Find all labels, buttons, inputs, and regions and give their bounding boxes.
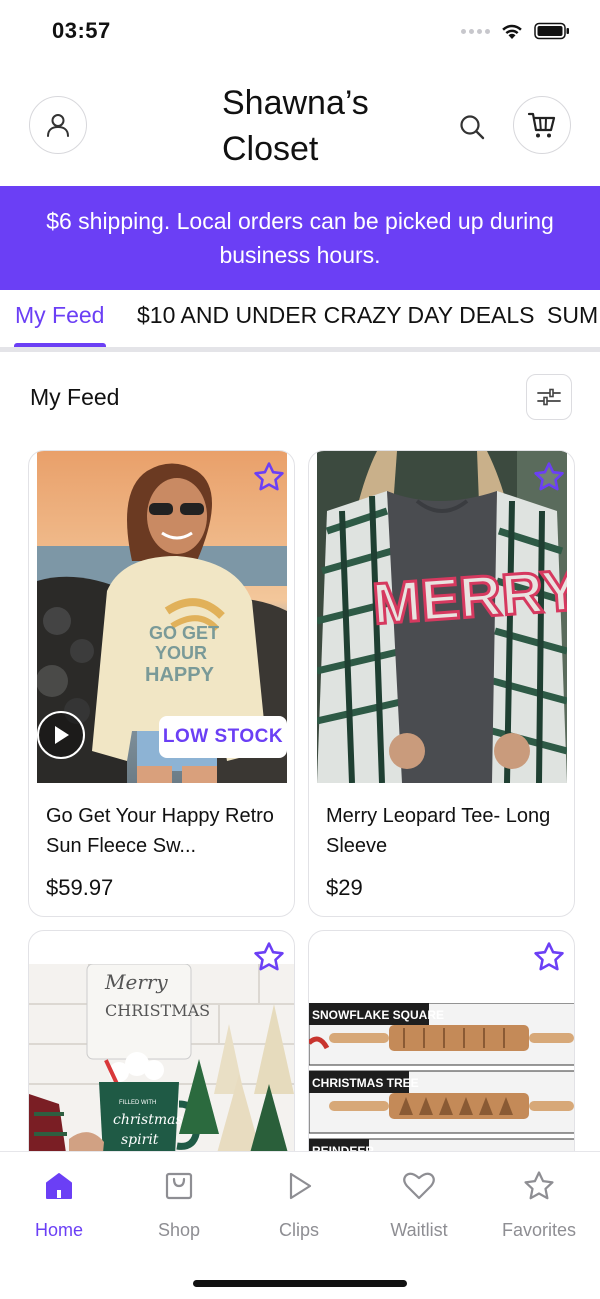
filter-button[interactable] <box>526 374 572 420</box>
favorite-button[interactable] <box>249 937 289 977</box>
search-icon <box>460 115 485 140</box>
app-header: Shawna’s Closet <box>0 66 600 186</box>
product-price: $29 <box>326 875 363 900</box>
product-card[interactable]: Merry CHRISTMAS FILLED WITH christmas sp… <box>28 930 295 1170</box>
user-icon <box>47 114 69 137</box>
play-icon <box>55 726 69 744</box>
video-play-button[interactable] <box>37 711 85 759</box>
product-image[interactable]: Merry CHRISTMAS FILLED WITH christmas sp… <box>29 964 294 1169</box>
product-card[interactable]: SNOWFLAKE SQUARE CHRISTMAS TREE REINDEER <box>308 930 575 1170</box>
star-icon <box>524 1171 554 1200</box>
svg-text:christmas: christmas <box>113 1112 183 1128</box>
nav-label: Clips <box>278 1220 319 1240</box>
nav-favorites[interactable]: Favorites <box>484 1168 594 1241</box>
svg-text:FILLED WITH: FILLED WITH <box>119 1100 156 1106</box>
product-photo: MERRY <box>317 451 567 783</box>
svg-text:Merry: Merry <box>104 970 168 994</box>
collection-tabs: My Feed $10 AND UNDER CRAZY DAY DEALS SU… <box>0 290 600 352</box>
tab-10-and-under-crazy-day-deals[interactable]: $10 AND UNDER CRAZY DAY DEALS <box>137 302 535 329</box>
svg-text:spirit: spirit <box>121 1132 159 1148</box>
play-icon <box>289 1172 312 1200</box>
star-icon <box>534 462 564 491</box>
search-button[interactable] <box>452 107 492 147</box>
home-icon <box>46 1173 72 1199</box>
nav-shop[interactable]: Shop <box>124 1168 234 1241</box>
announcement-banner: $6 shipping. Local orders can be picked … <box>0 186 600 290</box>
nav-home[interactable]: Home <box>4 1168 114 1241</box>
favorite-button[interactable] <box>529 457 569 497</box>
svg-text:HAPPY: HAPPY <box>145 664 215 686</box>
battery-icon <box>534 22 569 40</box>
product-name[interactable]: Merry Leopard Tee- Long Sleeve <box>326 801 561 861</box>
sliders-icon <box>537 388 561 406</box>
product-card[interactable]: MERRY Merry Leopard Tee- Long Sleeve $29 <box>308 450 575 917</box>
cellular-signal-icon <box>461 28 490 34</box>
product-name[interactable]: Go Get Your Happy Retro Sun Fleece Sw... <box>46 801 281 861</box>
active-tab-indicator <box>14 343 106 347</box>
tab-summer[interactable]: SUMMER <box>547 302 600 329</box>
wifi-icon <box>502 24 522 39</box>
roller-label-2: CHRISTMAS TREE <box>312 1076 419 1090</box>
tab-my-feed[interactable]: My Feed <box>15 302 104 329</box>
svg-text:GO GET: GO GET <box>149 623 219 643</box>
nav-label: Shop <box>157 1220 201 1240</box>
bottom-navigation: Home Shop Clips Waitlist Favorites <box>0 1151 600 1299</box>
status-time: 03:57 <box>52 18 111 43</box>
roller-label-1: SNOWFLAKE SQUARE <box>312 1008 444 1022</box>
product-card[interactable]: GO GET YOUR HAPPY LOW STOCK Go Get Your … <box>28 450 295 917</box>
heart-icon <box>403 1172 435 1200</box>
cart-icon <box>527 112 556 138</box>
star-icon <box>534 942 564 971</box>
low-stock-badge: LOW STOCK <box>159 716 287 758</box>
star-icon <box>254 942 284 971</box>
product-image[interactable]: MERRY <box>317 451 567 783</box>
product-photo: SNOWFLAKE SQUARE CHRISTMAS TREE REINDEER <box>309 1003 574 1169</box>
nav-label: Favorites <box>501 1220 577 1240</box>
store-name: Shawna’s Closet <box>222 84 369 168</box>
status-icons <box>461 22 570 40</box>
shopping-bag-icon <box>165 1172 193 1200</box>
home-indicator[interactable] <box>193 1280 407 1287</box>
product-image[interactable]: SNOWFLAKE SQUARE CHRISTMAS TREE REINDEER <box>309 1003 574 1169</box>
favorite-button[interactable] <box>249 457 289 497</box>
nav-label: Waitlist <box>390 1220 448 1240</box>
feed-header: My Feed <box>0 370 600 430</box>
status-bar: 03:57 <box>0 0 600 66</box>
account-button[interactable] <box>29 96 87 154</box>
favorite-button[interactable] <box>529 937 569 977</box>
svg-text:CHRISTMAS: CHRISTMAS <box>105 1001 210 1020</box>
cart-button[interactable] <box>513 96 571 154</box>
product-price: $59.97 <box>46 875 114 900</box>
nav-waitlist[interactable]: Waitlist <box>364 1168 474 1241</box>
nav-clips[interactable]: Clips <box>244 1168 354 1241</box>
svg-text:MERRY: MERRY <box>370 557 567 636</box>
nav-label: Home <box>34 1220 83 1240</box>
star-icon <box>254 462 284 491</box>
feed-title: My Feed <box>30 384 120 410</box>
svg-text:YOUR: YOUR <box>155 643 207 663</box>
product-photo: Merry CHRISTMAS FILLED WITH christmas sp… <box>29 964 294 1169</box>
